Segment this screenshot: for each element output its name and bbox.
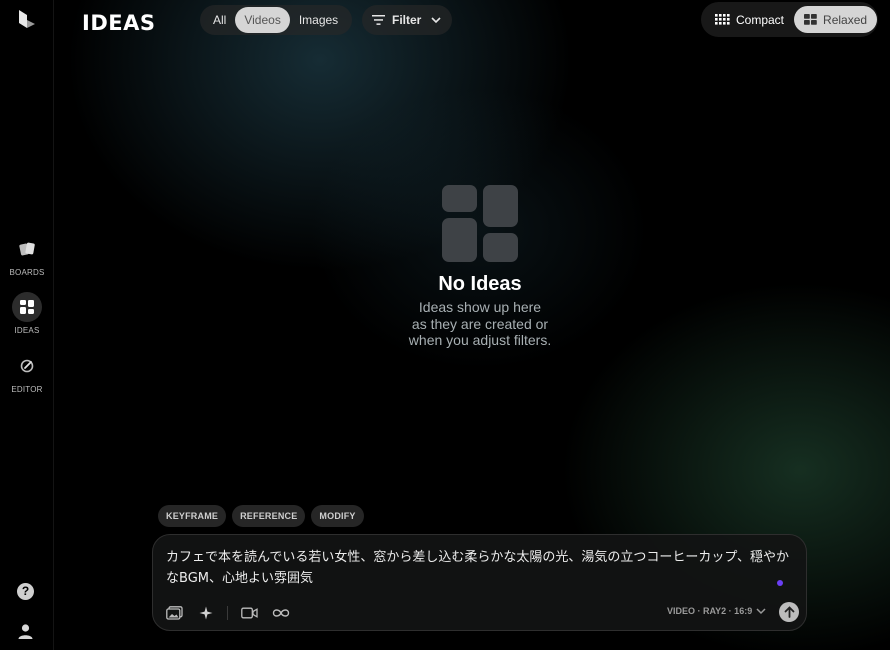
sidebar: BOARDS IDEAS EDITOR ? [0, 0, 54, 650]
submit-button[interactable] [779, 602, 799, 622]
empty-state-message: Ideas show up here as they are created o… [380, 299, 580, 349]
prompt-input[interactable]: カフェで本を読んでいる若い女性、窓から差し込む柔らかな太陽の光、湯気の立つコーヒ… [166, 547, 798, 589]
message-line: Ideas show up here [418, 299, 542, 315]
prompt-box: カフェで本を読んでいる若い女性、窓から差し込む柔らかな太陽の光、湯気の立つコーヒ… [152, 534, 807, 631]
image-upload-icon[interactable] [165, 603, 184, 622]
sidebar-item-boards[interactable]: BOARDS [0, 234, 54, 277]
logo-icon[interactable] [15, 8, 37, 30]
filter-label: Filter [392, 13, 422, 27]
arrow-up-icon [784, 606, 794, 618]
media-type-selector: All Videos Images [200, 5, 352, 35]
sidebar-item-ideas[interactable]: IDEAS [0, 292, 54, 335]
prompt-mode-chips: KEYFRAME REFERENCE MODIFY [158, 505, 364, 527]
loop-icon[interactable] [271, 603, 290, 622]
tab-all[interactable]: All [204, 7, 235, 33]
filter-button[interactable]: Filter [362, 5, 452, 35]
relaxed-layout-button[interactable]: Relaxed [794, 6, 878, 33]
keyframe-chip[interactable]: KEYFRAME [158, 505, 227, 527]
page-title: IDEAS [82, 11, 156, 35]
chevron-down-icon [431, 16, 441, 23]
ideas-placeholder-icon [441, 185, 519, 263]
relaxed-label: Relaxed [823, 12, 868, 27]
tab-videos[interactable]: Videos [235, 7, 290, 33]
status-dot [777, 580, 783, 586]
modify-chip[interactable]: MODIFY [311, 505, 364, 527]
layout-toggle: Compact Relaxed [701, 2, 878, 37]
sidebar-item-label: IDEAS [14, 326, 40, 335]
prompt-toolbar [165, 603, 290, 622]
relaxed-grid-icon [804, 14, 817, 25]
model-label: VIDEO · RAY2 · 16:9 [667, 606, 753, 616]
sidebar-item-label: BOARDS [9, 268, 45, 277]
compact-grid-icon [715, 14, 730, 25]
video-camera-icon[interactable] [240, 603, 259, 622]
sparkle-icon[interactable] [196, 603, 215, 622]
empty-state-title: No Ideas [438, 273, 522, 295]
message-line: as they are created or [411, 315, 549, 332]
user-icon[interactable] [17, 623, 34, 640]
model-selector[interactable]: VIDEO · RAY2 · 16:9 [667, 606, 766, 616]
ideas-icon [12, 292, 42, 322]
sidebar-item-label: EDITOR [11, 385, 43, 394]
message-line: when you adjust filters. [408, 332, 552, 348]
compact-layout-button[interactable]: Compact [705, 6, 794, 33]
help-icon[interactable]: ? [17, 583, 34, 600]
editor-icon [12, 351, 42, 381]
chevron-down-icon [756, 607, 766, 614]
toolbar-divider [227, 605, 228, 620]
sidebar-item-editor[interactable]: EDITOR [0, 351, 54, 394]
tab-images[interactable]: Images [290, 7, 347, 33]
reference-chip[interactable]: REFERENCE [232, 505, 306, 527]
filter-icon [372, 15, 385, 25]
compact-label: Compact [736, 12, 785, 27]
empty-state: No Ideas Ideas show up here as they are … [380, 185, 580, 349]
boards-icon [12, 234, 42, 264]
